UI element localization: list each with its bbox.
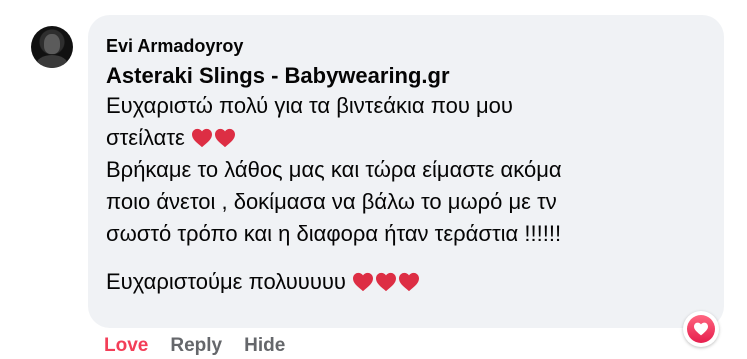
hide-button[interactable]: Hide [244,333,285,359]
comment-line-6-text: Ευχαριστούμε πολυυυυυ [106,269,346,294]
mentioned-page-link[interactable]: Asteraki Slings - Babywearing.gr [106,62,706,90]
comment-line-4-text: ποιο άνετοι , δοκίμασα να βάλω το μωρό μ… [106,189,557,214]
comment-line-6: Ευχαριστούμε πολυυυυυ [106,266,706,298]
comment-line-1-text: Ευχαριστώ πολύ για τα βιντεάκια που μου [106,93,513,118]
reply-button[interactable]: Reply [170,333,222,359]
red-heart-icon [214,128,236,148]
comment-line-5: σωστό τρόπο και η διαφορα ήταν τεράστια … [106,218,706,250]
red-heart-icon [398,272,420,292]
comment-line-2: στείλατε [106,122,706,154]
comment-actions: Love Reply Hide [104,333,307,359]
love-reaction-icon [687,315,715,343]
author-avatar[interactable] [31,26,73,68]
avatar-shoulders [36,55,68,68]
comment-line-1: Ευχαριστώ πολύ για τα βιντεάκια που μου [106,90,706,122]
comment-line-4: ποιο άνετοι , δοκίμασα να βάλω το μωρό μ… [106,186,706,218]
comment-line-5-text: σωστό τρόπο και η διαφορα ήταν τεράστια … [106,221,562,246]
red-heart-icon [352,272,374,292]
red-heart-icon [375,272,397,292]
love-button[interactable]: Love [104,333,148,359]
avatar-face [44,34,60,54]
comment-bubble: Evi Armadoyroy Asteraki Slings - Babywea… [88,15,724,328]
comment-line-3: Βρήκαμε το λάθος μας και τώρα είμαστε ακ… [106,154,706,186]
comment-line-3-text: Βρήκαμε το λάθος μας και τώρα είμαστε ακ… [106,157,562,182]
comment-author-name[interactable]: Evi Armadoyroy [106,35,706,57]
love-reaction-badge[interactable] [683,311,719,347]
comment-line-2-text: στείλατε [106,125,185,150]
red-heart-icon [191,128,213,148]
